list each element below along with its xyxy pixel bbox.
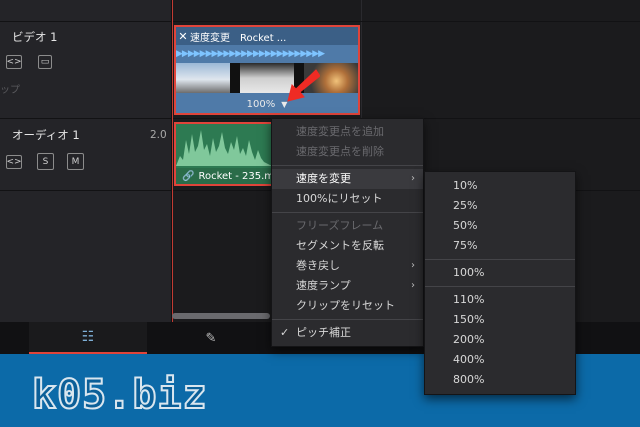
speed-option[interactable]: 75% — [425, 236, 575, 256]
menu-item-label: 100%にリセット — [296, 192, 383, 205]
edit-page-tab[interactable]: ☷ — [29, 322, 147, 354]
speed-option[interactable]: 100% — [425, 263, 575, 283]
menu-item-label: 速度変更点を追加 — [296, 125, 384, 138]
menu-item-label: ピッチ補正 — [296, 326, 351, 339]
submenu-arrow-icon: › — [411, 173, 415, 184]
menu-item[interactable]: 巻き戻し › — [272, 256, 423, 276]
red-arrow-annotation-icon — [287, 69, 320, 102]
playhead[interactable] — [172, 0, 173, 322]
menu-item[interactable]: 100%にリセット — [272, 189, 423, 209]
video-thumbnails — [176, 63, 358, 93]
menu-separator — [425, 259, 575, 260]
menu-item-label: 速度変更点を削除 — [296, 145, 384, 158]
audio-level-value: 2.0 — [150, 129, 167, 141]
menu-item-label: 巻き戻し — [296, 259, 340, 272]
audio-clip-footer: 🔗 Rocket - 235.m — [176, 168, 272, 184]
speed-option[interactable]: 25% — [425, 196, 575, 216]
track-divider — [173, 21, 640, 22]
solo-button[interactable]: S — [37, 153, 54, 170]
link-icon: 🔗 — [182, 170, 195, 182]
menu-separator — [272, 165, 423, 166]
menu-item-label: 速度ランプ — [296, 279, 351, 292]
fusion-page-tab[interactable]: ✎ — [196, 322, 226, 354]
speed-option[interactable]: 800% — [425, 370, 575, 390]
lock-track-icon[interactable]: <> — [6, 155, 22, 169]
menu-item-label: 速度を変更 — [296, 172, 351, 185]
speed-arrows-strip: ▶▶▶▶▶▶▶▶▶▶▶▶▶▶▶▶▶▶▶▶▶▶▶▶▶ — [176, 49, 325, 59]
speed-option[interactable]: 150% — [425, 310, 575, 330]
menu-item: フリーズフレーム — [272, 216, 423, 236]
menu-item[interactable]: 速度を変更 › — [272, 169, 423, 189]
track-divider — [0, 190, 172, 191]
mute-button[interactable]: M — [67, 153, 84, 170]
menu-item-label: クリップをリセット — [296, 299, 395, 312]
speed-option[interactable]: 400% — [425, 350, 575, 370]
menu-item-label: セグメントを反転 — [296, 239, 384, 252]
audio-waveform — [176, 130, 272, 166]
thumbnail-gap — [230, 63, 240, 93]
video-clip[interactable]: ✕ 速度変更 Rocket ... ▶▶▶▶▶▶▶▶▶▶▶▶▶▶▶▶▶▶▶▶▶▶… — [174, 25, 360, 115]
speed-control[interactable]: 100% ▼ — [176, 95, 358, 113]
video-clip-header: ✕ 速度変更 Rocket ... — [176, 27, 358, 45]
track-clip-label: ップ — [0, 85, 20, 96]
speed-option[interactable]: 110% — [425, 290, 575, 310]
menu-separator — [425, 286, 575, 287]
speed-option[interactable]: 200% — [425, 330, 575, 350]
speed-value: 100% — [246, 98, 276, 110]
rocket-thumbnail — [176, 63, 230, 93]
speed-submenu: 10% 25% 50% 75% 100% 110% 150% 200% 400% 800% — [424, 171, 576, 395]
track-divider — [0, 118, 172, 119]
video-clip-title: 速度変更 Rocket ... — [190, 32, 287, 44]
audio-clip-title: Rocket - 235.m — [198, 170, 274, 182]
menu-item-label: フリーズフレーム — [296, 219, 384, 232]
site-watermark: k05.biz — [31, 371, 208, 419]
video-track-name[interactable]: ビデオ 1 — [12, 29, 57, 45]
timeline-edit-icon: ☷ — [81, 329, 95, 345]
menu-separator — [272, 212, 423, 213]
menu-item[interactable]: 速度ランプ › — [272, 276, 423, 296]
horizontal-scrollbar[interactable] — [172, 313, 270, 319]
track-divider — [0, 21, 172, 22]
submenu-arrow-icon: › — [411, 280, 415, 291]
checkmark-icon: ✓ — [280, 326, 290, 339]
menu-item[interactable]: クリップをリセット — [272, 296, 423, 316]
track-header-panel: ビデオ 1 <> ▭ ップ オーディオ 1 2.0 <> S M — [0, 0, 172, 322]
film-strip-icon[interactable]: ▭ — [38, 55, 52, 69]
speed-option[interactable]: 10% — [425, 176, 575, 196]
menu-separator — [272, 319, 423, 320]
fx-close-icon: ✕ — [178, 29, 188, 43]
menu-item: 速度変更点を追加 — [272, 122, 423, 142]
lock-track-icon[interactable]: <> — [6, 55, 22, 69]
menu-item[interactable]: セグメントを反転 — [272, 236, 423, 256]
menu-item[interactable]: ✓ ピッチ補正 — [272, 323, 423, 343]
clip-context-menu: 速度変更点を追加 速度変更点を削除 速度を変更 › 100%にリセット フリーズフレームセ… — [271, 118, 424, 347]
menu-item: 速度変更点を削除 — [272, 142, 423, 162]
audio-clip[interactable]: 🔗 Rocket - 235.m — [174, 122, 274, 186]
magic-wand-icon: ✎ — [205, 330, 217, 346]
submenu-arrow-icon: › — [411, 260, 415, 271]
speed-option[interactable]: 50% — [425, 216, 575, 236]
audio-track-name[interactable]: オーディオ 1 — [12, 127, 80, 143]
